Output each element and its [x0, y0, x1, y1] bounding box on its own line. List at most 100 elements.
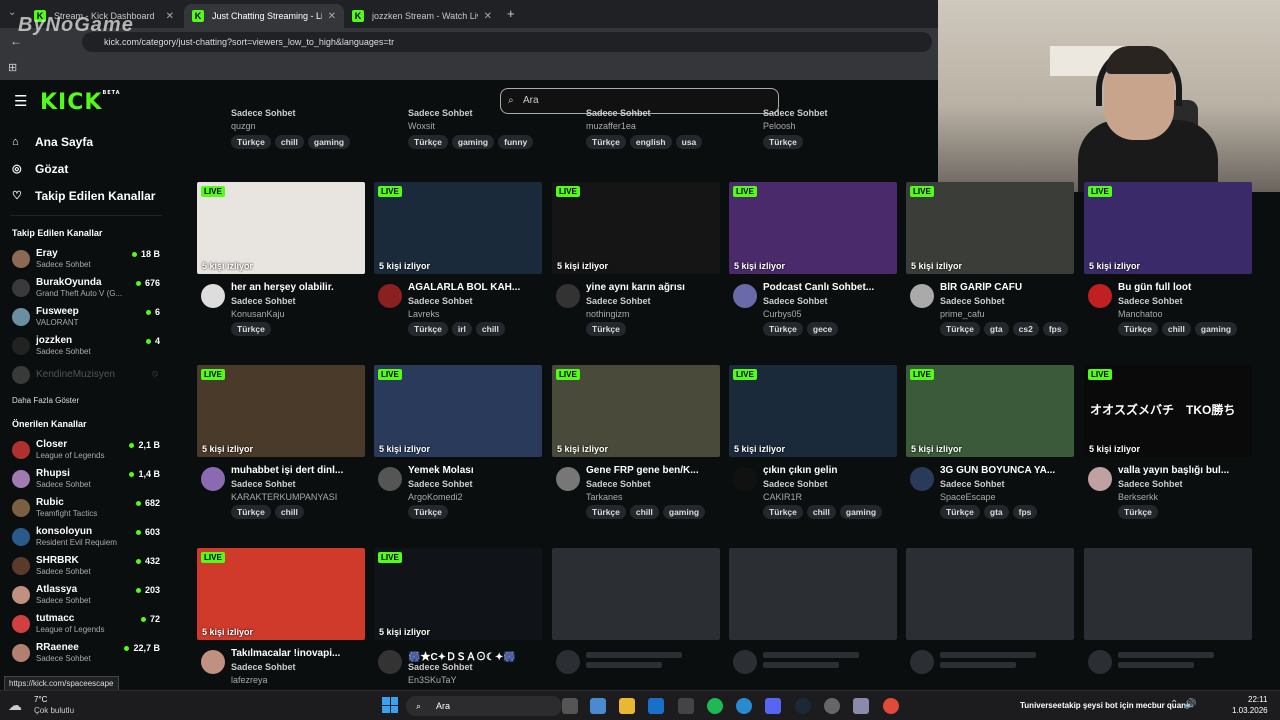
tag-chip[interactable]: funny	[498, 135, 534, 149]
tag-chip[interactable]: chill	[806, 505, 836, 519]
avatar[interactable]	[201, 467, 225, 491]
tag-chip[interactable]: gaming	[307, 135, 351, 149]
stream-thumbnail[interactable]: LIVE 5 kişi izliyor	[1084, 182, 1252, 274]
stream-category[interactable]: Sadece Sohbet	[408, 479, 473, 489]
stream-thumbnail[interactable]: LIVE 5 kişi izliyor	[374, 365, 542, 457]
stream-category[interactable]: Sadece Sohbet	[763, 296, 828, 306]
stream-card[interactable]: LIVE 5 kişi izliyor 🎆★C✦ＤＳＡ⊙☾✦🎆 Sadece Sohb…	[374, 548, 542, 704]
stream-title[interactable]: Yemek Molası	[408, 465, 540, 476]
tag-chip[interactable]: gta	[983, 322, 1009, 336]
stream-username[interactable]: SpaceEscape	[940, 492, 996, 502]
new-tab-icon[interactable]: +	[507, 6, 515, 21]
sidebar-channel[interactable]: Atlassya Sadece Sohbet 203	[0, 580, 172, 609]
stream-title[interactable]: her an herşey olabilir.	[231, 282, 363, 293]
tag-chip[interactable]: Türkçe	[763, 322, 803, 336]
tag-chip[interactable]: Türkçe	[231, 505, 271, 519]
copilot-icon[interactable]	[590, 698, 606, 714]
sidebar-channel[interactable]: BurakOyunda Grand Theft Auto V (G... 676	[0, 273, 172, 302]
outlook-icon[interactable]	[648, 698, 664, 714]
close-icon[interactable]: ✕	[328, 11, 336, 22]
tag-chip[interactable]: Türkçe	[763, 135, 803, 149]
stream-thumbnail[interactable]: LIVE 5 kişi izliyor	[197, 365, 365, 457]
stream-title[interactable]: BİR GARİP CAFU	[940, 282, 1072, 293]
stream-thumbnail[interactable]: LIVE 5 kişi izliyor	[197, 548, 365, 640]
tag-chip[interactable]: irl	[451, 322, 472, 336]
tag-chip[interactable]: Türkçe	[231, 135, 271, 149]
close-icon[interactable]: ✕	[166, 11, 174, 22]
app-icon[interactable]	[853, 698, 869, 714]
stream-category[interactable]: Sadece Sohbet	[408, 296, 473, 306]
sidebar-channel[interactable]: Rubic Teamfight Tactics 682	[0, 493, 172, 522]
windows-start-icon[interactable]	[382, 697, 398, 713]
close-icon[interactable]: ✕	[484, 11, 492, 22]
stream-card[interactable]: LIVE 5 kişi izliyor Gene FRP gene ben/K...…	[552, 365, 720, 521]
avatar[interactable]	[733, 467, 757, 491]
steam-icon[interactable]	[795, 698, 811, 714]
store-icon[interactable]	[678, 698, 694, 714]
tag-chip[interactable]: chill	[629, 505, 659, 519]
avatar[interactable]	[910, 467, 934, 491]
avatar[interactable]	[910, 284, 934, 308]
avatar[interactable]	[556, 284, 580, 308]
stream-category[interactable]: Sadece Sohbet	[586, 479, 651, 489]
tag-chip[interactable]: gece	[806, 322, 839, 336]
tag-chip[interactable]: chill	[274, 135, 304, 149]
stream-username[interactable]: En3SKuTaY	[408, 675, 457, 685]
stream-username[interactable]: Manchatoo	[1118, 309, 1163, 319]
spotify-icon[interactable]	[707, 698, 723, 714]
offline-channel[interactable]: KendineMuzisyen ⦸	[0, 360, 172, 389]
stream-card[interactable]: LIVE 5 kişi izliyor çıkın çıkın gelin Sadec…	[729, 365, 897, 521]
stream-username[interactable]: ArgoKomedi2	[408, 492, 463, 502]
tag-chip[interactable]: gaming	[451, 135, 495, 149]
stream-username[interactable]: nothingizm	[586, 309, 630, 319]
tag-chip[interactable]: gaming	[662, 505, 706, 519]
sidebar-channel[interactable]: konsoloyun Resident Evil Requiem 603	[0, 522, 172, 551]
tag-chip[interactable]: Türkçe	[408, 322, 448, 336]
taskbar-search[interactable]: ⌕ Ara	[406, 696, 562, 716]
url-field[interactable]: kick.com/category/just-chatting?sort=vie…	[82, 32, 932, 52]
tag-chip[interactable]: gaming	[1194, 322, 1238, 336]
tag-chip[interactable]: Türkçe	[231, 322, 271, 336]
tray-icons[interactable]: ⌃🔊	[1170, 699, 1203, 710]
avatar[interactable]	[378, 650, 402, 674]
avatar[interactable]	[1088, 467, 1112, 491]
stream-category[interactable]: Sadece Sohbet	[231, 479, 296, 489]
sidebar-channel[interactable]: tutmacc League of Legends 72	[0, 609, 172, 638]
sidebar-channel[interactable]: RRaenee Sadece Sohbet 22,7 B	[0, 638, 172, 667]
stream-card[interactable]: Sadece Sohbet Peloosh Türkçe	[729, 98, 897, 152]
sidebar-channel[interactable]: Rhupsi Sadece Sohbet 1,4 B	[0, 464, 172, 493]
stream-thumbnail[interactable]: LIVE 5 kişi izliyor	[374, 548, 542, 640]
stream-thumbnail[interactable]: LIVE 5 kişi izliyor	[729, 182, 897, 274]
avatar[interactable]	[1088, 284, 1112, 308]
sidebar-channel[interactable]: Fusweep VALORANT 6	[0, 302, 172, 331]
stream-username[interactable]: lafezreya	[231, 675, 268, 685]
tag-chip[interactable]: Türkçe	[1118, 505, 1158, 519]
stream-thumbnail[interactable]: LIVE 5 kişi izliyor	[729, 365, 897, 457]
stream-card[interactable]: LIVE 5 kişi izliyor Podcast Canlı Sohbet..…	[729, 182, 897, 338]
tag-chip[interactable]: Türkçe	[586, 505, 626, 519]
stream-category[interactable]: Sadece Sohbet	[408, 108, 473, 118]
tag-chip[interactable]: chill	[274, 505, 304, 519]
stream-card[interactable]: LIVE 5 kişi izliyor muhabbet işi dert dinl…	[197, 365, 365, 521]
stream-username[interactable]: prime_cafu	[940, 309, 985, 319]
stream-category[interactable]: Sadece Sohbet	[1118, 296, 1183, 306]
stream-username[interactable]: Woxsit	[408, 121, 435, 131]
tag-chip[interactable]: Türkçe	[940, 322, 980, 336]
task-view-icon[interactable]	[562, 698, 578, 714]
edge-icon[interactable]	[736, 698, 752, 714]
stream-thumbnail[interactable]: LIVE オオスズメバチ TKO勝ち 5 kişi izliyor	[1084, 365, 1252, 457]
tab-jozzken-stream[interactable]: K jozzken Stream - Watch Live on ✕	[344, 4, 500, 28]
hamburger-menu-icon[interactable]: ☰	[14, 92, 27, 110]
stream-title[interactable]: çıkın çıkın gelin	[763, 465, 895, 476]
stream-title[interactable]: valla yayın başlığı bul...	[1118, 465, 1250, 476]
avatar[interactable]	[378, 284, 402, 308]
stream-card[interactable]: LIVE 5 kişi izliyor Takılmacalar !inovapi.…	[197, 548, 365, 704]
tag-chip[interactable]: chill	[1161, 322, 1191, 336]
stream-card[interactable]: LIVE 5 kişi izliyor yine aynı karın ağrısı…	[552, 182, 720, 338]
settings-icon[interactable]	[824, 698, 840, 714]
nav-home[interactable]: ⌂ Ana Sayfa	[0, 128, 172, 155]
stream-thumbnail[interactable]: LIVE 5 kişi izliyor	[906, 182, 1074, 274]
stream-category[interactable]: Sadece Sohbet	[408, 662, 473, 672]
stream-title[interactable]: yine aynı karın ağrısı	[586, 282, 718, 293]
stream-category[interactable]: Sadece Sohbet	[231, 662, 296, 672]
